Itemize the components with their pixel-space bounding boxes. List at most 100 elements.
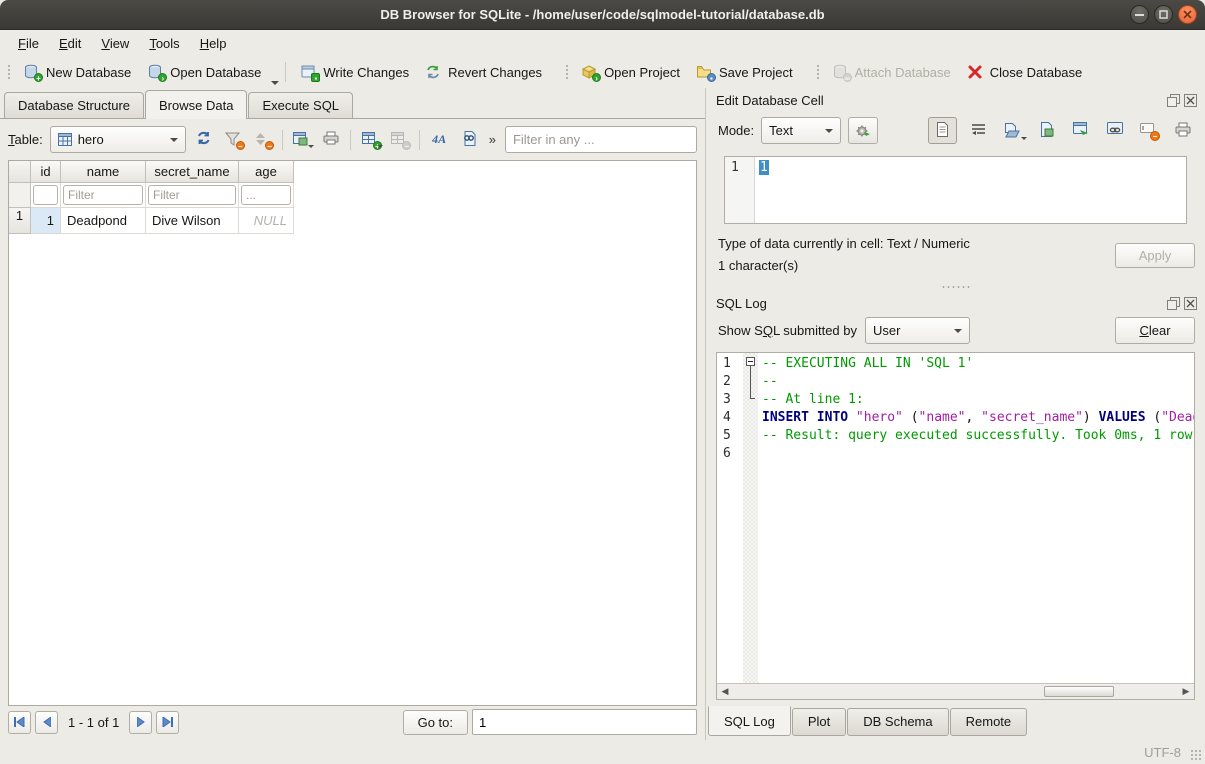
- show-sql-label: Show SQL submitted by: [718, 323, 857, 338]
- dock-tab-sql-log[interactable]: SQL Log: [708, 706, 791, 736]
- table-select-arrow: [170, 138, 178, 142]
- last-record-button[interactable]: [156, 711, 179, 734]
- clear-log-button[interactable]: Clear: [1115, 317, 1195, 344]
- column-header-name[interactable]: name: [61, 161, 146, 183]
- mode-select-value: Text: [769, 123, 793, 138]
- cell-id[interactable]: 1: [31, 208, 61, 234]
- close-dock-icon[interactable]: [1183, 297, 1197, 311]
- find-in-table-button[interactable]: [457, 127, 479, 152]
- save-project-button[interactable]: ▪ Save Project: [688, 60, 801, 84]
- print-cell-button[interactable]: [1170, 118, 1195, 143]
- refresh-button[interactable]: [193, 127, 215, 152]
- menu-tools[interactable]: Tools: [139, 33, 189, 54]
- scrollbar-thumb[interactable]: [1044, 686, 1114, 697]
- font-settings-button[interactable]: 4A: [428, 127, 450, 152]
- tab-browse-data[interactable]: Browse Data: [145, 90, 247, 119]
- print-button[interactable]: [320, 127, 342, 152]
- close-dock-icon[interactable]: [1183, 94, 1197, 108]
- dock-tab-remote[interactable]: Remote: [950, 708, 1028, 736]
- menu-view[interactable]: View: [91, 33, 139, 54]
- word-wrap-button[interactable]: [966, 118, 991, 143]
- column-header-age[interactable]: age: [239, 161, 294, 183]
- table-icon: [58, 133, 72, 146]
- fold-collapse-icon[interactable]: [746, 357, 755, 366]
- previous-record-button[interactable]: [35, 711, 58, 734]
- clear-filters-button[interactable]: −: [222, 127, 244, 152]
- new-database-icon: +: [23, 64, 40, 80]
- import-icon: [1004, 123, 1021, 139]
- open-database-dropdown-arrow[interactable]: [271, 81, 279, 85]
- menu-file[interactable]: File: [8, 33, 49, 54]
- tab-execute-sql[interactable]: Execute SQL: [248, 92, 353, 118]
- mode-select[interactable]: Text: [761, 117, 841, 144]
- write-changes-button[interactable]: ▪ Write Changes: [292, 60, 417, 84]
- revert-changes-button[interactable]: Revert Changes: [417, 60, 550, 84]
- sql-source-select[interactable]: User: [865, 317, 970, 344]
- open-external-button[interactable]: [1068, 118, 1093, 143]
- dock-tab-db-schema[interactable]: DB Schema: [847, 708, 948, 736]
- auto-apply-button[interactable]: [848, 117, 878, 144]
- edit-cell-toolbar: Mode: Text: [706, 110, 1205, 148]
- table-select[interactable]: hero: [50, 126, 186, 153]
- text-mode-button[interactable]: [928, 117, 957, 144]
- tab-database-structure[interactable]: Database Structure: [4, 92, 144, 118]
- set-null-button[interactable]: −: [1136, 118, 1161, 143]
- scroll-left-arrow[interactable]: ◀: [717, 684, 733, 699]
- export-data-button[interactable]: [1034, 118, 1059, 143]
- filter-input-name[interactable]: [63, 185, 143, 205]
- open-database-button[interactable]: › Open Database: [139, 60, 269, 84]
- clear-sorting-button[interactable]: −: [251, 127, 273, 152]
- cell-age[interactable]: NULL: [239, 208, 294, 234]
- column-header-secret-name[interactable]: secret_name: [146, 161, 239, 183]
- left-panel: Database Structure Browse Data Execute S…: [0, 88, 705, 740]
- maximize-button[interactable]: [1154, 5, 1173, 24]
- float-dock-icon[interactable]: [1166, 94, 1180, 108]
- minimize-button[interactable]: [1130, 5, 1149, 24]
- clear-filters-icon: −: [225, 132, 242, 148]
- import-data-button[interactable]: [1000, 118, 1025, 143]
- row-header[interactable]: 1: [9, 208, 31, 234]
- cell-name[interactable]: Deadpond: [61, 208, 146, 234]
- open-url-button[interactable]: [1102, 118, 1127, 143]
- cell-editor-content[interactable]: 1: [759, 160, 769, 175]
- import-dropdown-arrow: [1021, 137, 1027, 140]
- new-database-button[interactable]: + New Database: [15, 60, 139, 84]
- scroll-right-arrow[interactable]: ▶: [1178, 684, 1194, 699]
- close-database-button[interactable]: Close Database: [959, 60, 1091, 84]
- first-record-button[interactable]: [8, 711, 31, 734]
- open-project-button[interactable]: › Open Project: [573, 60, 688, 84]
- column-header-id[interactable]: id: [31, 161, 61, 183]
- delete-record-icon: −: [391, 132, 408, 148]
- filter-input-id[interactable]: [33, 185, 58, 205]
- window-title: DB Browser for SQLite - /home/user/code/…: [380, 7, 824, 22]
- horizontal-scrollbar[interactable]: ◀ ▶: [717, 683, 1194, 699]
- goto-button[interactable]: Go to:: [403, 710, 468, 735]
- sql-log-view[interactable]: 1 2 3 4 5 6 -- EXECUTING ALL IN 'SQL 1' …: [717, 353, 1194, 683]
- last-record-icon: [162, 715, 173, 730]
- attach-database-label: Attach Database: [855, 65, 951, 80]
- menu-help[interactable]: Help: [190, 33, 237, 54]
- save-results-dropdown-arrow: [308, 145, 314, 148]
- dock-tab-plot[interactable]: Plot: [792, 708, 846, 736]
- goto-record-input[interactable]: [472, 709, 697, 735]
- next-record-button[interactable]: [129, 711, 152, 734]
- filter-input-age[interactable]: [241, 185, 291, 205]
- insert-record-button[interactable]: +: [359, 127, 381, 152]
- filter-any-column-input[interactable]: [505, 126, 697, 153]
- sql-log-dock-header: SQL Log: [706, 291, 1205, 313]
- table-row: 1 1 Deadpond Dive Wilson NULL: [9, 208, 696, 234]
- filter-input-secret-name[interactable]: [148, 185, 236, 205]
- menu-edit[interactable]: Edit: [49, 33, 91, 54]
- close-button[interactable]: [1178, 5, 1197, 24]
- open-project-label: Open Project: [604, 65, 680, 80]
- float-dock-icon[interactable]: [1166, 297, 1180, 311]
- browse-toolbar-separator: [419, 130, 420, 150]
- cell-editor[interactable]: 1 1: [724, 156, 1187, 224]
- set-null-icon: −: [1140, 123, 1157, 139]
- save-results-button[interactable]: [291, 127, 313, 152]
- toolbar-overflow-chevron[interactable]: »: [487, 132, 498, 147]
- dock-splitter[interactable]: [706, 281, 1205, 291]
- statusbar: UTF-8: [0, 740, 1205, 764]
- cell-secret-name[interactable]: Dive Wilson: [146, 208, 239, 234]
- resize-grip[interactable]: [1190, 749, 1202, 761]
